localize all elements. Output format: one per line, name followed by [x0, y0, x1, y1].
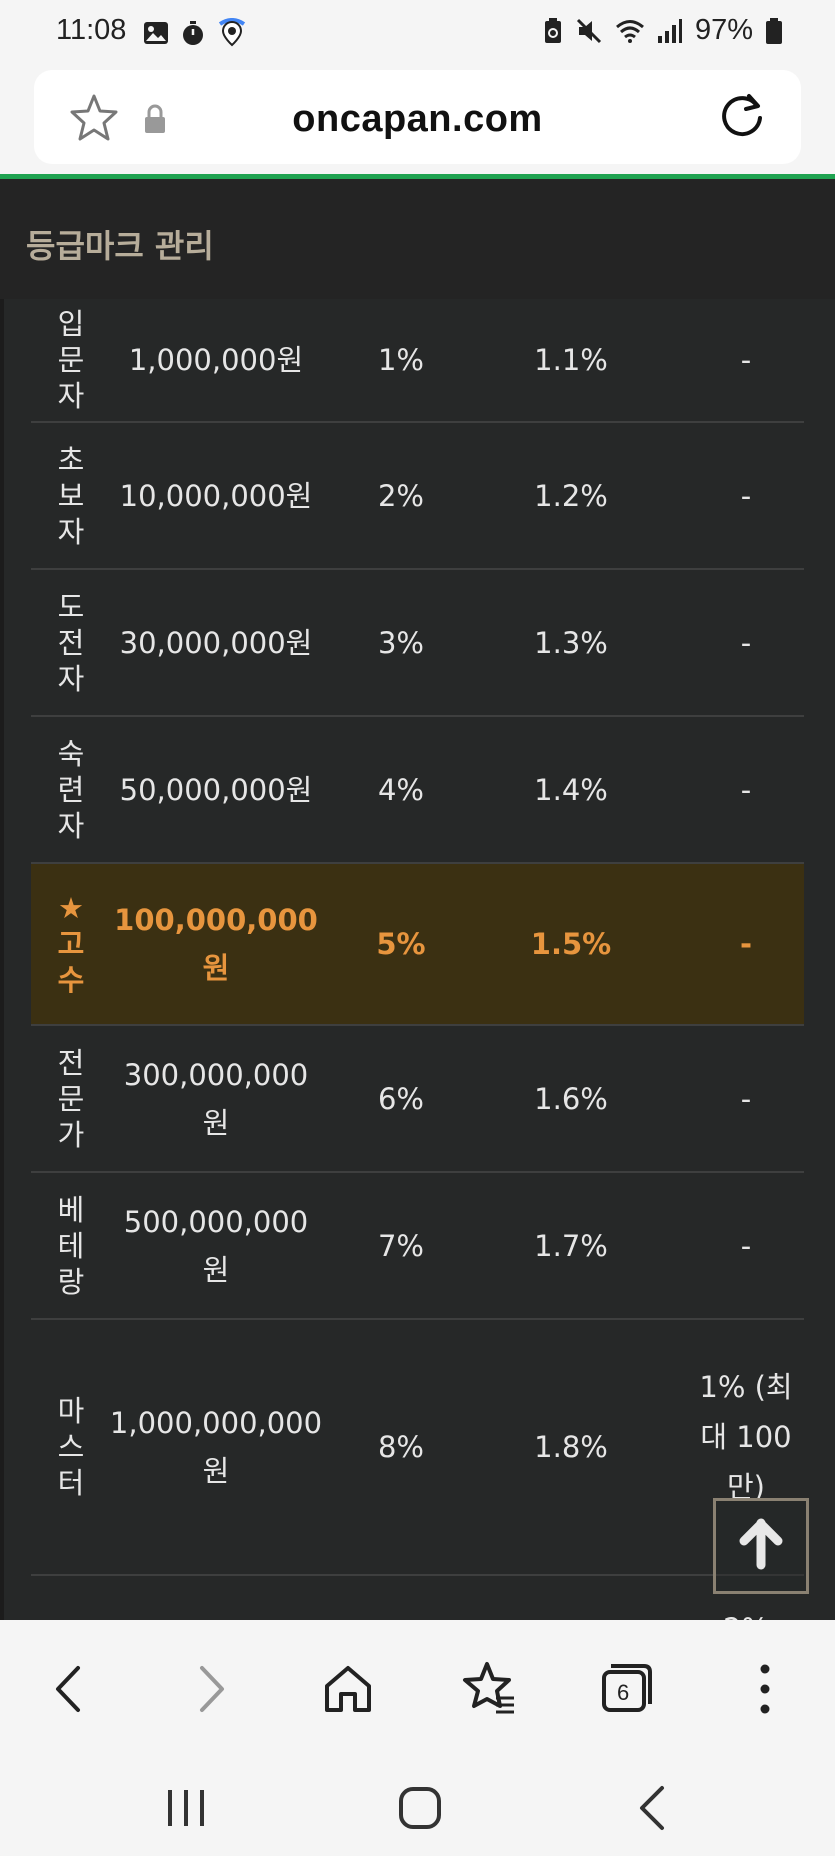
- rate-cell: 6%: [377, 1081, 424, 1116]
- table-row: 전문가 300,000,000원 6% 1.6% -: [31, 1026, 804, 1173]
- extra-cell: -: [740, 772, 752, 807]
- scroll-to-top-button[interactable]: [713, 1498, 809, 1594]
- grade-table: 입문자 1,000,000원 1% 1.1% - 초보자 10,000,000원…: [31, 299, 804, 1620]
- web-page: 등급마크 관리 입문자 1,000,000원 1% 1.1% - 초보자 10,…: [0, 179, 835, 1620]
- battery-saver-icon: [544, 17, 561, 43]
- battery-percent: 97%: [694, 14, 753, 46]
- tabs-button[interactable]: 6: [590, 1654, 660, 1724]
- wifi-icon: [615, 19, 644, 43]
- maps-icon: [218, 18, 246, 47]
- tab-count: 6: [617, 1680, 630, 1705]
- rate-cell: 1.1%: [534, 343, 608, 377]
- url-text[interactable]: oncapan.com: [34, 98, 801, 141]
- grade-name: 베테랑: [57, 1192, 85, 1299]
- amount-cell: 30,000,000원: [119, 625, 313, 660]
- browser-bottom-nav: 6: [0, 1620, 835, 1760]
- back-nav-icon[interactable]: [624, 1782, 684, 1834]
- rate-cell: 4%: [377, 772, 424, 807]
- table-row: 입문자 1,000,000원 1% 1.1% -: [31, 299, 804, 423]
- extra-cell: -: [740, 478, 752, 513]
- rate-cell: 1.4%: [534, 772, 608, 807]
- rate-cell: 1.6%: [534, 1081, 608, 1116]
- rate-cell: 1.3%: [534, 625, 608, 660]
- table-row: 마스터 1,000,000,000원 8% 1.8% 1% (최대 100 만): [31, 1320, 804, 1576]
- image-icon: [144, 22, 168, 44]
- rate-cell: 1.5%: [530, 927, 612, 961]
- table-row-highlighted: ★고수 100,000,000원 5% 1.5% -: [31, 864, 804, 1026]
- bookmarks-icon[interactable]: [452, 1654, 522, 1724]
- amount-cell: 10,000,000원: [119, 478, 313, 513]
- arrow-up-icon: [739, 1518, 783, 1570]
- status-system-icons: 97%: [543, 14, 783, 47]
- address-bar[interactable]: oncapan.com: [34, 70, 801, 164]
- table-row: 베테랑 500,000,000원 7% 1.7% -: [31, 1173, 804, 1320]
- mute-icon: [576, 18, 602, 43]
- page-header: 등급마크 관리: [0, 179, 835, 299]
- extra-cell: -: [740, 343, 752, 377]
- rate-cell: 1%: [377, 343, 424, 377]
- rate-cell: 1.8%: [534, 1430, 608, 1464]
- amount-cell: 1,000,000,000원: [109, 1406, 323, 1488]
- amount-cell: 300,000,000원: [123, 1057, 309, 1140]
- rate-cell: 3%: [377, 625, 424, 660]
- recent-apps-icon[interactable]: [156, 1782, 216, 1834]
- amount-cell: 1,000,000원: [128, 343, 304, 377]
- table-row-partial: 2%: [31, 1576, 804, 1620]
- rate-cell: 5%: [376, 927, 426, 961]
- status-time: 11:08: [56, 14, 127, 46]
- more-menu-icon[interactable]: [730, 1654, 800, 1724]
- grade-name: 전문가: [57, 1045, 85, 1152]
- status-notification-icons: [143, 18, 247, 48]
- extra-cell: -: [740, 1081, 752, 1116]
- home-nav-icon[interactable]: [390, 1782, 450, 1834]
- grade-name: 초보자: [57, 442, 85, 549]
- back-icon[interactable]: [34, 1654, 104, 1724]
- amount-cell: 100,000,000원: [114, 903, 318, 985]
- extra-cell: -: [740, 1228, 752, 1263]
- rate-cell: 1.2%: [534, 478, 608, 513]
- grade-name: 입문자: [57, 307, 85, 413]
- timer-icon: [183, 21, 203, 45]
- rate-cell: 2%: [377, 478, 424, 513]
- browser-toolbar: oncapan.com: [0, 66, 835, 176]
- reload-icon[interactable]: [717, 90, 767, 140]
- amount-cell: 500,000,000원: [123, 1204, 309, 1287]
- extra-cell: -: [739, 927, 753, 961]
- table-row: 숙련자 50,000,000원 4% 1.4% -: [31, 717, 804, 864]
- rate-cell: 7%: [377, 1228, 424, 1263]
- grade-name: 숙련자: [57, 736, 85, 843]
- forward-icon[interactable]: [176, 1654, 246, 1724]
- table-row: 초보자 10,000,000원 2% 1.2% -: [31, 423, 804, 570]
- grade-name: 마스터: [57, 1394, 85, 1500]
- battery-icon: [766, 17, 782, 44]
- grade-name: 도전자: [57, 589, 85, 696]
- extra-cell: -: [740, 625, 752, 660]
- home-icon[interactable]: [313, 1654, 383, 1724]
- table-row: 도전자 30,000,000원 3% 1.3% -: [31, 570, 804, 717]
- rate-cell: 8%: [377, 1430, 424, 1464]
- system-nav-bar: [0, 1760, 835, 1856]
- status-bar: 11:08 97%: [0, 0, 835, 66]
- rate-cell: 1.7%: [534, 1228, 608, 1263]
- grade-name: ★고수: [57, 891, 85, 997]
- signal-icon: [657, 18, 682, 43]
- amount-cell: 50,000,000원: [119, 772, 313, 807]
- left-rail: [0, 299, 4, 1620]
- page-title: 등급마크 관리: [26, 227, 214, 265]
